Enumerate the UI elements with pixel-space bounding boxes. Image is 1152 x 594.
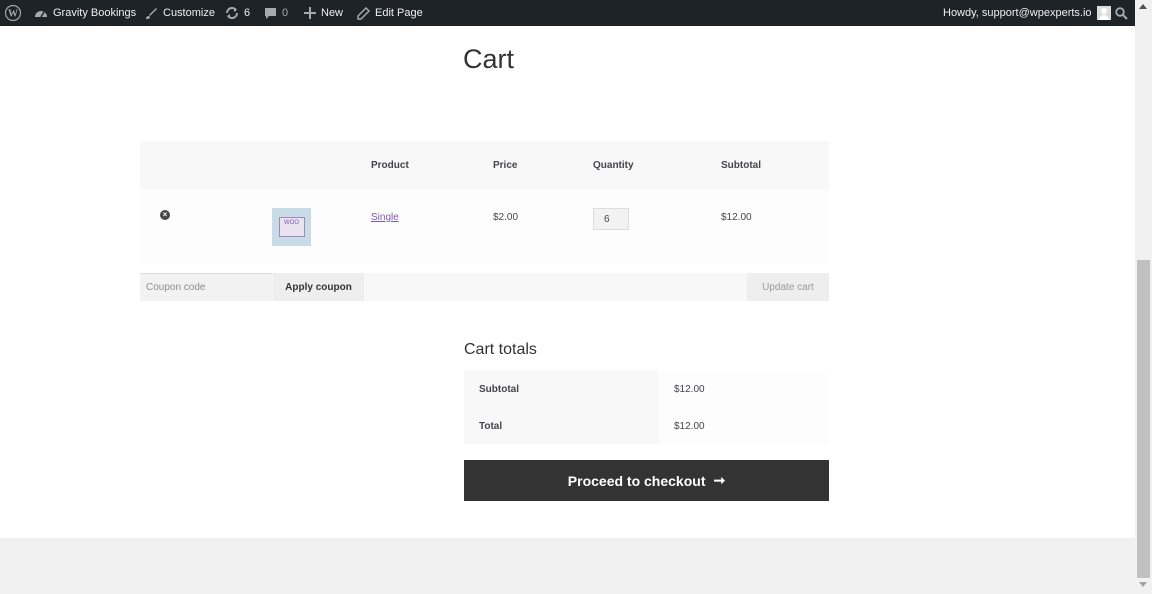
scroll-down-arrow-icon[interactable] [1139, 582, 1147, 587]
checkout-label: Proceed to checkout [567, 472, 706, 489]
proceed-to-checkout-button[interactable]: Proceed to checkout ➞ [464, 460, 829, 501]
site-name-label: Gravity Bookings [53, 7, 137, 19]
svg-text:W: W [8, 9, 18, 20]
site-footer [0, 538, 1135, 594]
table-row [140, 190, 829, 264]
site-name-menu[interactable]: Gravity Bookings [34, 0, 136, 26]
admin-bar: W Gravity Bookings Customize 6 0 New Edi… [0, 0, 1135, 26]
my-account-menu[interactable]: Howdy, support@wpexperts.io [943, 0, 1111, 26]
edit-page-link[interactable]: Edit Page [357, 0, 423, 26]
paintbrush-icon [146, 7, 157, 19]
dashboard-icon [35, 11, 47, 18]
product-subtotal: $12.00 [721, 212, 752, 223]
column-header-price: Price [493, 160, 518, 171]
scroll-up-arrow-icon[interactable] [1139, 4, 1147, 9]
update-cart-button[interactable]: Update cart [747, 273, 829, 301]
quantity-input[interactable] [593, 208, 629, 230]
scrollbar-thumb[interactable] [1137, 260, 1150, 578]
edit-page-label: Edit Page [375, 7, 423, 19]
wordpress-logo-icon[interactable]: W [5, 0, 21, 26]
apply-coupon-button[interactable]: Apply coupon [273, 273, 364, 301]
new-content-link[interactable]: New [304, 0, 343, 26]
customize-link[interactable]: Customize [145, 0, 215, 26]
total-value: $12.00 [674, 421, 705, 432]
product-thumbnail[interactable]: WOO [272, 208, 311, 246]
totals-row-subtotal: Subtotal $12.00 [464, 370, 829, 407]
comments-count: 0 [282, 7, 289, 19]
subtotal-value: $12.00 [674, 384, 705, 395]
vertical-scrollbar[interactable] [1135, 0, 1152, 594]
total-label: Total [479, 421, 503, 432]
avatar [1096, 6, 1111, 20]
howdy-label: Howdy, support@wpexperts.io [943, 7, 1092, 19]
product-thumbnail-label: WOO [278, 217, 305, 237]
product-price: $2.00 [493, 212, 519, 223]
updates-icon [226, 7, 238, 19]
new-label: New [321, 7, 344, 19]
column-header-product: Product [371, 160, 409, 171]
subtotal-label: Subtotal [479, 384, 519, 395]
remove-item-icon[interactable]: × [160, 210, 170, 220]
comment-icon [265, 7, 276, 19]
page-title: Cart [463, 44, 515, 74]
plus-icon [304, 7, 316, 19]
comments-link[interactable]: 0 [264, 0, 288, 26]
arrow-right-icon: ➞ [713, 472, 726, 488]
column-header-subtotal: Subtotal [721, 160, 761, 171]
updates-link[interactable]: 6 [225, 0, 250, 26]
totals-row-total: Total $12.00 [464, 407, 829, 444]
product-name-link[interactable]: Single [371, 212, 399, 223]
pencil-icon [357, 6, 370, 20]
search-icon[interactable] [1115, 0, 1128, 26]
column-header-quantity: Quantity [593, 160, 634, 171]
updates-count: 6 [244, 7, 251, 19]
coupon-code-input[interactable] [140, 273, 272, 301]
customize-label: Customize [163, 7, 215, 19]
cart-totals-title: Cart totals [464, 341, 537, 358]
